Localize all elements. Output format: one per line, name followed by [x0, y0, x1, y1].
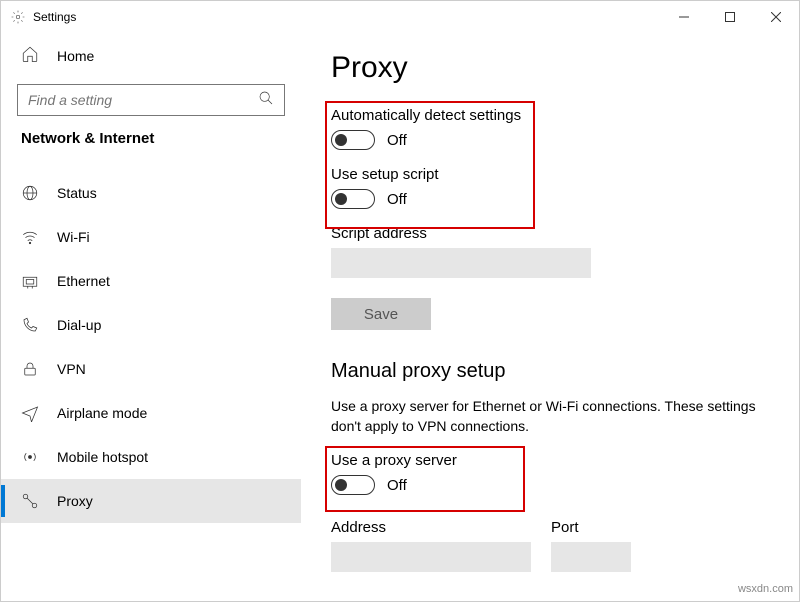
address-label: Address	[331, 519, 531, 536]
wifi-icon	[21, 228, 39, 246]
hotspot-icon	[21, 448, 39, 466]
script-address-input[interactable]	[331, 248, 591, 278]
globe-icon	[21, 184, 39, 202]
sidebar-item-label: VPN	[57, 361, 86, 377]
watermark: wsxdn.com	[738, 583, 793, 595]
sidebar-item-status[interactable]: Status	[1, 171, 301, 215]
ethernet-icon	[21, 272, 39, 290]
gear-icon	[11, 10, 25, 24]
sidebar-item-label: Airplane mode	[57, 405, 147, 421]
home-label: Home	[57, 48, 94, 64]
maximize-button[interactable]	[707, 1, 753, 33]
setup-script-toggle[interactable]	[331, 189, 375, 209]
auto-detect-toggle[interactable]	[331, 130, 375, 150]
sidebar-item-label: Ethernet	[57, 273, 110, 289]
sidebar-item-airplane[interactable]: Airplane mode	[1, 391, 301, 435]
sidebar-item-label: Status	[57, 185, 97, 201]
highlight-box	[325, 101, 535, 229]
sidebar-item-hotspot[interactable]: Mobile hotspot	[1, 435, 301, 479]
vpn-icon	[21, 360, 39, 378]
close-button[interactable]	[753, 1, 799, 33]
window-title: Settings	[33, 10, 76, 24]
sidebar-category: Network & Internet	[1, 130, 301, 157]
minimize-button[interactable]	[661, 1, 707, 33]
sidebar-item-wifi[interactable]: Wi-Fi	[1, 215, 301, 259]
port-input[interactable]	[551, 542, 631, 572]
titlebar: Settings	[1, 1, 799, 33]
page-title: Proxy	[331, 51, 777, 85]
sidebar-item-label: Proxy	[57, 493, 93, 509]
sidebar-item-label: Wi-Fi	[57, 229, 90, 245]
manual-description: Use a proxy server for Ethernet or Wi-Fi…	[331, 397, 777, 436]
manual-heading: Manual proxy setup	[331, 360, 777, 383]
window-controls	[661, 1, 799, 33]
search-input[interactable]	[28, 92, 248, 108]
proxy-icon	[21, 492, 39, 510]
use-proxy-toggle[interactable]	[331, 475, 375, 495]
sidebar-item-dialup[interactable]: Dial-up	[1, 303, 301, 347]
sidebar-item-label: Mobile hotspot	[57, 449, 148, 465]
sidebar: Home Network & Internet Status Wi-Fi E	[1, 33, 301, 603]
home-icon	[21, 45, 39, 66]
save-button[interactable]: Save	[331, 298, 431, 330]
address-input[interactable]	[331, 542, 531, 572]
sidebar-item-ethernet[interactable]: Ethernet	[1, 259, 301, 303]
sidebar-item-proxy[interactable]: Proxy	[1, 479, 301, 523]
main-panel: Proxy Automatically detect settings Off …	[301, 33, 799, 603]
search-box[interactable]	[17, 84, 285, 116]
sidebar-item-vpn[interactable]: VPN	[1, 347, 301, 391]
port-label: Port	[551, 519, 631, 536]
search-icon	[258, 90, 274, 111]
airplane-icon	[21, 404, 39, 422]
dialup-icon	[21, 316, 39, 334]
sidebar-home[interactable]: Home	[1, 33, 301, 78]
sidebar-nav: Status Wi-Fi Ethernet Dial-up VPN Airpla…	[1, 171, 301, 523]
sidebar-item-label: Dial-up	[57, 317, 101, 333]
